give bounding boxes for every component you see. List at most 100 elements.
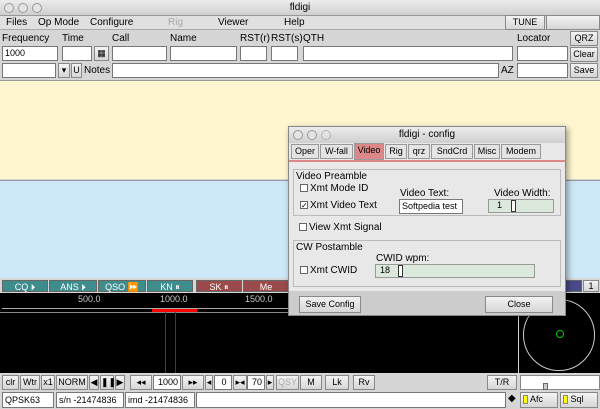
az-input[interactable]	[517, 63, 568, 78]
offset-input[interactable]: 0	[214, 375, 232, 390]
macro-cq-button[interactable]: CQ ⏵	[2, 280, 48, 292]
tab-misc[interactable]: Misc	[474, 144, 500, 159]
scale-label: 1500.0	[245, 294, 273, 304]
cw-postamble-label: CW Postamble	[296, 242, 363, 253]
menu-rig[interactable]: Rig	[168, 17, 183, 28]
chevron-down-icon[interactable]: ▾	[58, 63, 70, 78]
macro-page-button[interactable]: 1	[583, 280, 599, 292]
config-dialog: fldigi - config Oper W-fall Video Rig qr…	[288, 126, 566, 316]
close-window-button[interactable]	[4, 3, 14, 13]
view-xmt-signal-checkbox[interactable]: View Xmt Signal	[299, 222, 382, 233]
macro-ans-button[interactable]: ANS ⏵	[49, 280, 97, 292]
xmt-cwid-checkbox[interactable]: Xmt CWID	[300, 265, 357, 276]
macro-sk-button[interactable]: SK ⏸	[196, 280, 242, 292]
m-button[interactable]: M	[300, 375, 322, 390]
tab-sndcrd[interactable]: SndCrd	[431, 144, 473, 159]
squelch-slider[interactable]	[520, 375, 600, 390]
u-button[interactable]: U	[71, 63, 82, 78]
offset-down-button[interactable]: ◂	[205, 375, 213, 390]
imd-readout: imd -21474836	[125, 392, 195, 408]
cw-postamble-group: CW Postamble Xmt CWID CWID wpm: 18	[293, 240, 561, 287]
frequency-input[interactable]: 1000	[2, 46, 58, 61]
video-width-slider[interactable]: 1	[488, 199, 554, 213]
menu-viewer[interactable]: Viewer	[218, 17, 248, 28]
sn-readout: s/n -21474836	[56, 392, 124, 408]
level-input[interactable]: 70	[247, 375, 265, 390]
tab-rig[interactable]: Rig	[385, 144, 407, 159]
macro-me-button[interactable]: Me	[243, 280, 289, 292]
xmt-video-text-checkbox[interactable]: ✓ Xmt Video Text	[300, 200, 377, 211]
save-config-button[interactable]: Save Config	[299, 296, 361, 313]
menu-op-mode[interactable]: Op Mode	[38, 17, 79, 28]
left-arrow-icon[interactable]: ◀	[89, 375, 99, 390]
level-up-button[interactable]: ▸	[266, 375, 274, 390]
freq-down-button[interactable]: ◂◂	[130, 375, 152, 390]
rsts-input[interactable]	[271, 46, 298, 61]
locator-input[interactable]	[517, 46, 568, 61]
macro-qso-button[interactable]: QSO ⏩	[98, 280, 146, 292]
rstr-label: RST(r)	[240, 33, 270, 44]
config-zoom-button[interactable]	[321, 130, 331, 140]
xmt-mode-id-checkbox[interactable]: Xmt Mode ID	[300, 183, 368, 194]
lock-toggle[interactable]: Lk	[325, 375, 349, 390]
freq-up-button[interactable]: ▸▸	[182, 375, 204, 390]
pause-icon[interactable]: ❚❚	[100, 375, 116, 390]
video-text-input[interactable]: Softpedia test	[399, 199, 463, 214]
tab-video[interactable]: Video	[354, 143, 384, 160]
scale-label: 500.0	[78, 294, 101, 304]
call-label: Call	[112, 33, 130, 44]
video-width-label: Video Width:	[494, 188, 551, 199]
speed-norm-button[interactable]: NORM	[56, 375, 88, 390]
afc-label: Afc	[530, 394, 544, 404]
rstr-input[interactable]	[240, 46, 267, 61]
qrz-button[interactable]: QRZ	[570, 31, 598, 46]
cwid-wpm-slider[interactable]: 18	[375, 264, 535, 278]
menu-help[interactable]: Help	[284, 17, 305, 28]
right-arrow-icon[interactable]: ▶	[115, 375, 125, 390]
waterfall-mode-button[interactable]: Wtr	[20, 375, 40, 390]
notes-input[interactable]	[112, 63, 499, 78]
clear-rx-button[interactable]: clr	[2, 375, 19, 390]
carrier-freq-input[interactable]: 1000	[153, 375, 181, 390]
mode-indicator[interactable]: QPSK63	[2, 392, 54, 408]
call-input[interactable]	[112, 46, 167, 61]
name-input[interactable]	[170, 46, 237, 61]
sql-toggle[interactable]: Sql	[560, 392, 598, 408]
minimize-window-button[interactable]	[18, 3, 28, 13]
config-close-window-button[interactable]	[293, 130, 303, 140]
status-message	[196, 392, 506, 408]
offset-up-button[interactable]: ▸◂	[233, 375, 247, 390]
frequency-label: Frequency	[2, 33, 50, 44]
name-label: Name	[170, 33, 197, 44]
save-button[interactable]: Save	[570, 63, 598, 78]
menu-bar: Files Op Mode Configure Rig Viewer Help …	[0, 15, 600, 30]
notes-label: Notes	[84, 65, 111, 76]
locator-label: Locator	[517, 33, 551, 44]
time-input[interactable]	[62, 46, 92, 61]
macro-kn-button[interactable]: KN ⏸	[147, 280, 193, 292]
sql-label: Sql	[570, 394, 584, 404]
tab-w-fall[interactable]: W-fall	[320, 144, 353, 159]
tab-modem[interactable]: Modem	[501, 144, 541, 159]
close-button[interactable]: Close	[485, 296, 553, 313]
tab-qrz[interactable]: qrz	[408, 144, 430, 159]
band-select[interactable]	[2, 63, 56, 78]
tr-toggle[interactable]: T/R	[487, 375, 517, 390]
zoom-window-button[interactable]	[32, 3, 42, 13]
afc-toggle[interactable]: Afc	[520, 392, 558, 408]
zoom-x1-button[interactable]: x1	[41, 375, 55, 390]
qth-input[interactable]	[303, 46, 513, 61]
cursor-line	[175, 312, 176, 373]
tune-button[interactable]: TUNE	[505, 15, 545, 30]
tab-oper[interactable]: Oper	[291, 144, 319, 159]
calendar-icon[interactable]: ▦	[94, 46, 109, 61]
reverse-toggle[interactable]: Rv	[353, 375, 375, 390]
config-minimize-button[interactable]	[307, 130, 317, 140]
menu-configure[interactable]: Configure	[90, 17, 133, 28]
qth-label: QTH	[303, 33, 325, 44]
qsy-button[interactable]: QSY	[276, 375, 299, 390]
clear-button[interactable]: Clear	[570, 47, 598, 62]
diamond-icon: ◆	[508, 393, 516, 404]
cwid-wpm-label: CWID wpm:	[376, 253, 430, 264]
menu-files[interactable]: Files	[6, 17, 27, 28]
